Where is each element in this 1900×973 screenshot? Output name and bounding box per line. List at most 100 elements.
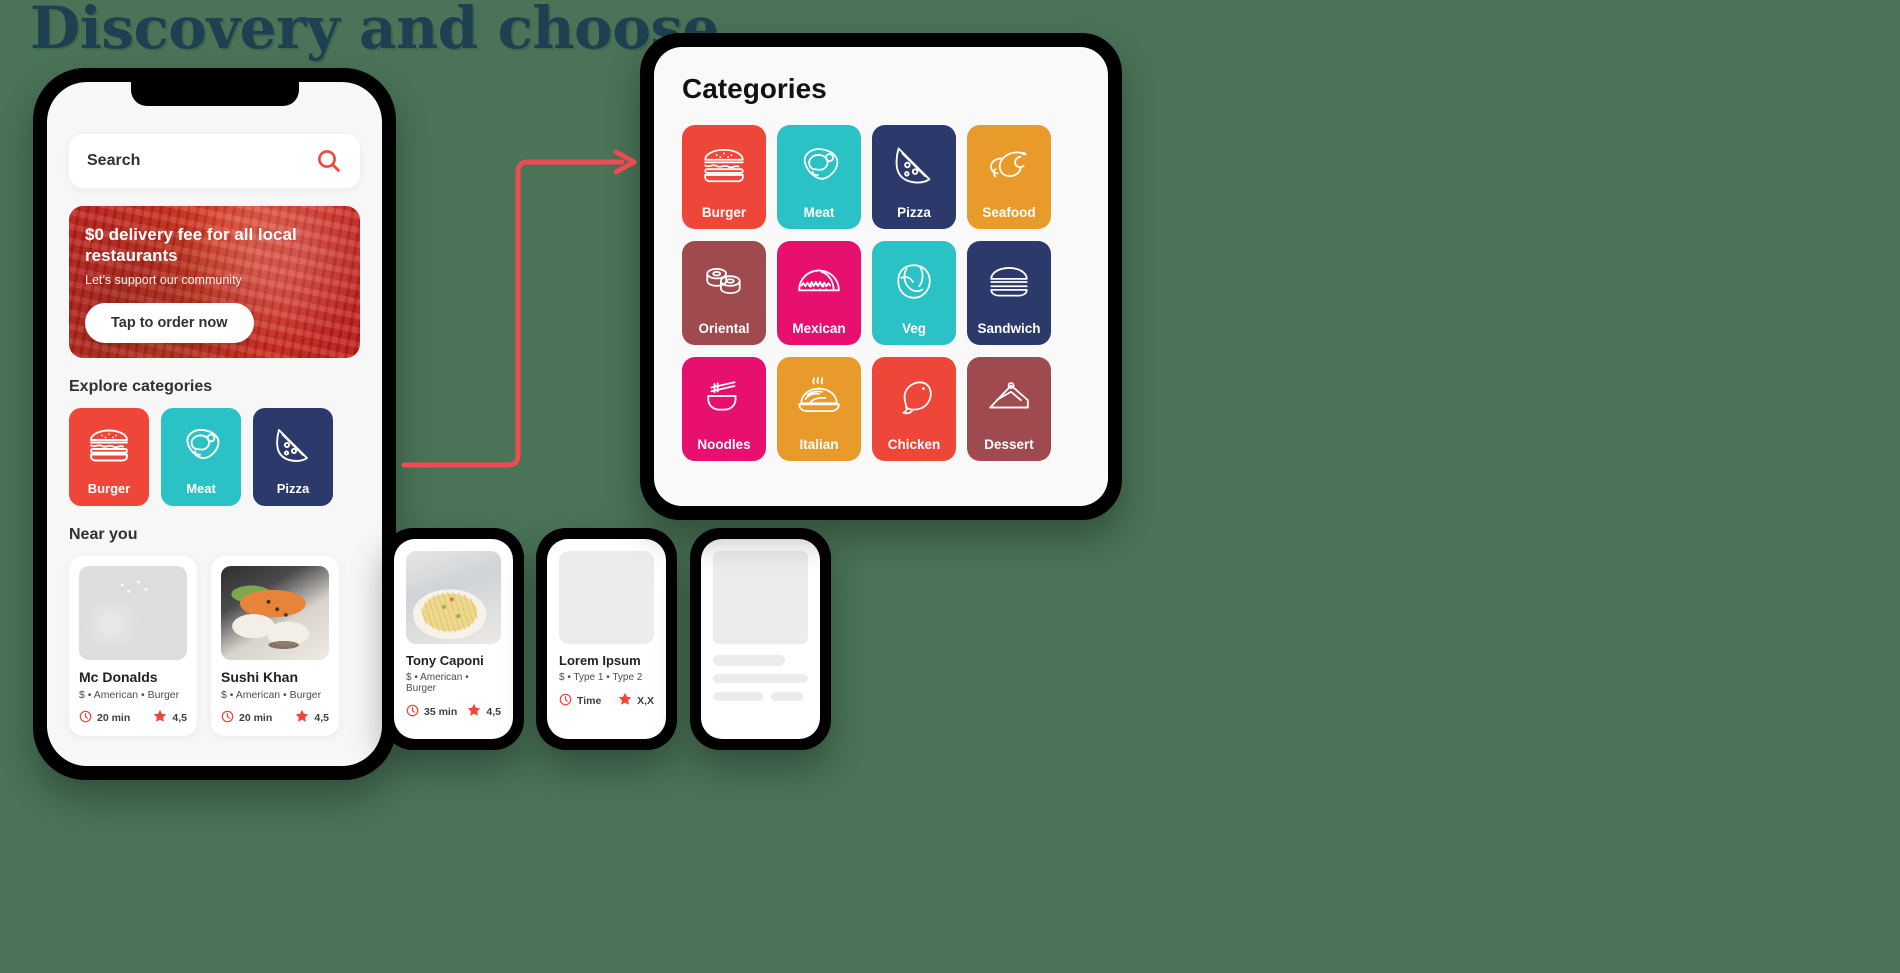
noodles-icon xyxy=(702,357,746,437)
restaurant-name: Lorem Ipsum xyxy=(559,653,641,668)
main-phone-mockup: Search $0 delivery fee for all local res… xyxy=(33,68,396,780)
category-label: Pizza xyxy=(897,205,931,220)
category-tile-seafood[interactable]: Seafood xyxy=(967,125,1051,229)
page-title: Discovery and choose xyxy=(30,0,719,62)
category-tile-italian[interactable]: Italian xyxy=(777,357,861,461)
category-tile-sandwich[interactable]: Sandwich xyxy=(967,241,1051,345)
promo-subtitle: Let’s support our community xyxy=(85,273,242,288)
explore-categories-row: Burger Meat Pizza xyxy=(69,408,360,506)
explore-categories-heading: Explore categories xyxy=(69,378,213,395)
phone-screen: Tony Caponi $ • American • Burger 35 min xyxy=(394,539,513,739)
rating: 4,5 xyxy=(153,709,187,726)
category-tile-burger[interactable]: Burger xyxy=(682,125,766,229)
restaurant-meta: $ • American • Burger xyxy=(79,689,180,701)
category-tile-veg[interactable]: Veg xyxy=(872,241,956,345)
phone-screen: Lorem Ipsum $ • Type 1 • Type 2 Time X,X xyxy=(547,539,666,739)
clock-icon xyxy=(559,693,572,709)
lettuce-icon xyxy=(892,241,936,321)
rating-value: 4,5 xyxy=(486,705,501,718)
restaurant-card[interactable]: Sushi Khan $ • American • Burger 20 min xyxy=(211,556,339,736)
category-tile-meat[interactable]: Meat xyxy=(777,125,861,229)
category-tile-pizza[interactable]: Pizza xyxy=(872,125,956,229)
restaurant-meta: $ • American • Burger xyxy=(221,689,322,701)
skeleton-line-stat-right xyxy=(771,692,803,701)
category-tile-burger[interactable]: Burger xyxy=(69,408,149,506)
category-label: Veg xyxy=(901,321,926,336)
restaurant-stats: 20 min 4,5 xyxy=(79,709,187,726)
rating-value: X,X xyxy=(637,694,654,707)
restaurant-card[interactable]: Tony Caponi $ • American • Burger 35 min xyxy=(394,539,513,739)
promo-title: $0 delivery fee for all local restaurant… xyxy=(85,225,297,266)
category-tile-noodles[interactable]: Noodles xyxy=(682,357,766,461)
delivery-time-value: 20 min xyxy=(239,711,273,724)
category-label: Sandwich xyxy=(977,321,1041,336)
categories-grid: Burger Meat Pizza Seafood Oriental Mexic… xyxy=(682,125,1080,461)
sushi-icon xyxy=(701,241,747,321)
restaurant-name: Mc Donalds xyxy=(79,669,158,685)
restaurant-meta: $ • American • Burger xyxy=(406,672,469,694)
near-you-cards: Mc Donalds $ • American • Burger 20 min xyxy=(69,556,360,736)
rating-value: 4,5 xyxy=(314,711,329,724)
category-label: Meat xyxy=(803,205,835,220)
category-tile-pizza[interactable]: Pizza xyxy=(253,408,333,506)
delivery-time-value: 35 min xyxy=(424,705,458,718)
restaurant-photo xyxy=(406,551,501,644)
rating: X,X xyxy=(618,692,654,709)
burger-icon xyxy=(701,125,747,205)
category-tile-chicken[interactable]: Chicken xyxy=(872,357,956,461)
category-label: Mexican xyxy=(792,321,846,336)
category-tile-oriental[interactable]: Oriental xyxy=(682,241,766,345)
category-label: Oriental xyxy=(698,321,750,336)
search-icon[interactable] xyxy=(316,148,342,174)
pizza-icon xyxy=(892,125,936,205)
category-label: Dessert xyxy=(984,437,1034,452)
star-icon xyxy=(295,709,309,726)
search-input[interactable]: Search xyxy=(69,134,360,188)
phone-notch xyxy=(130,82,299,106)
restaurant-card-placeholder[interactable]: Lorem Ipsum $ • Type 1 • Type 2 Time X,X xyxy=(547,539,666,739)
delivery-time: Time xyxy=(559,693,601,709)
category-label: Seafood xyxy=(982,205,1036,220)
category-tile-meat[interactable]: Meat xyxy=(161,408,241,506)
phone-screen: Search $0 delivery fee for all local res… xyxy=(47,82,382,766)
search-placeholder: Search xyxy=(87,152,141,169)
skeleton-line-meta xyxy=(713,674,808,683)
restaurant-photo xyxy=(79,566,187,660)
rating: 4,5 xyxy=(295,709,329,726)
mini-phone-mockup-1: Tony Caponi $ • American • Burger 35 min xyxy=(383,528,524,750)
chicken-icon xyxy=(892,357,936,437)
shrimp-icon xyxy=(986,125,1032,205)
restaurant-card[interactable]: Mc Donalds $ • American • Burger 20 min xyxy=(69,556,197,736)
pasta-icon xyxy=(796,357,842,437)
restaurant-name: Tony Caponi xyxy=(406,653,484,668)
clock-icon xyxy=(221,710,234,726)
categories-panel: Categories Burger Meat Pizza Seafood Ori… xyxy=(640,33,1122,520)
meat-icon xyxy=(796,125,842,205)
rating-value: 4,5 xyxy=(172,711,187,724)
categories-panel-screen: Categories Burger Meat Pizza Seafood Ori… xyxy=(654,47,1108,506)
category-tile-mexican[interactable]: Mexican xyxy=(777,241,861,345)
restaurant-meta: $ • Type 1 • Type 2 xyxy=(559,672,643,683)
near-you-heading: Near you xyxy=(69,526,138,543)
canvas: Discovery and choose Search $0 delivery … xyxy=(0,0,1900,973)
category-label: Burger xyxy=(701,205,747,220)
restaurant-stats: 35 min 4,5 xyxy=(406,703,501,720)
categories-title: Categories xyxy=(682,73,827,104)
promo-banner[interactable]: $0 delivery fee for all local restaurant… xyxy=(69,206,360,358)
star-icon xyxy=(618,692,632,709)
category-label: Noodles xyxy=(697,437,751,452)
category-label: Pizza xyxy=(276,481,310,496)
category-label: Meat xyxy=(186,481,216,496)
category-label: Italian xyxy=(799,437,839,452)
phone-screen xyxy=(701,539,820,739)
photo-placeholder xyxy=(713,551,808,644)
rating: 4,5 xyxy=(467,703,501,720)
delivery-time-value: 20 min xyxy=(97,711,131,724)
mini-phone-mockup-3 xyxy=(690,528,831,750)
category-tile-dessert[interactable]: Dessert xyxy=(967,357,1051,461)
mini-phone-mockup-2: Lorem Ipsum $ • Type 1 • Type 2 Time X,X xyxy=(536,528,677,750)
tap-to-order-button[interactable]: Tap to order now xyxy=(85,303,254,344)
restaurant-card-skeleton xyxy=(701,539,820,739)
burger-icon xyxy=(87,408,131,481)
restaurant-photo xyxy=(221,566,329,660)
